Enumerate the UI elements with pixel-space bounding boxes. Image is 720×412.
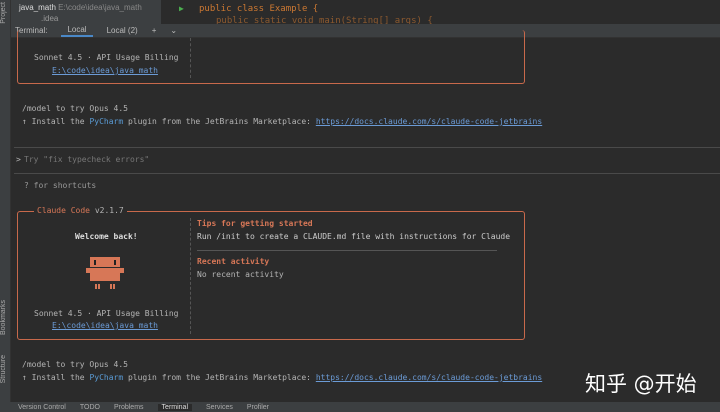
- model-info: Sonnet 4.5 · API Usage Billing: [34, 309, 179, 318]
- project-tree: java_math E:\code\idea\java_math .idea: [11, 0, 161, 24]
- run-icon[interactable]: ▶: [179, 4, 184, 14]
- left-tool-strip: Project Bookmarks Structure: [0, 0, 11, 402]
- app-title: Claude Code: [37, 206, 90, 215]
- project-name[interactable]: java_math: [19, 3, 56, 12]
- bottom-toolbar: Version Control TODO Problems Terminal S…: [0, 402, 720, 412]
- project-path-link[interactable]: E:\code\idea\java_math: [52, 66, 158, 76]
- project-path-link[interactable]: E:\code\idea\java_math: [52, 321, 158, 331]
- profiler-tab[interactable]: Profiler: [247, 404, 269, 411]
- model-hint: /model to try Opus 4.5: [22, 360, 128, 369]
- sidebar-bookmarks[interactable]: Bookmarks: [0, 300, 11, 335]
- tips-text: Run /init to create a CLAUDE.md file wit…: [197, 232, 511, 241]
- model-hint: /model to try Opus 4.5: [22, 104, 128, 113]
- recent-text: No recent activity: [197, 270, 284, 279]
- app-version: v2.1.7: [94, 206, 124, 215]
- model-info: Sonnet 4.5 · API Usage Billing: [34, 53, 179, 62]
- problems-tab[interactable]: Problems: [114, 404, 144, 411]
- terminal-tab[interactable]: Terminal: [157, 403, 192, 411]
- prompt-symbol: >: [16, 155, 21, 164]
- sidebar-structure[interactable]: Structure: [0, 355, 11, 383]
- docs-link[interactable]: https://docs.claude.com/s/claude-code-je…: [316, 117, 542, 126]
- welcome-text: Welcome back!: [75, 232, 138, 241]
- docs-link[interactable]: https://docs.claude.com/s/claude-code-je…: [316, 373, 542, 382]
- install-hint: ↑ Install the PyCharm plugin from the Je…: [22, 117, 543, 126]
- folder-idea[interactable]: .idea: [41, 14, 58, 24]
- code-line: public class Example {: [199, 4, 319, 14]
- claude-mascot-icon: [86, 257, 124, 289]
- version-control-tab[interactable]: Version Control: [18, 404, 66, 411]
- prompt-input[interactable]: Try "fix typecheck errors": [24, 155, 149, 165]
- recent-title: Recent activity: [197, 257, 270, 266]
- project-path: E:\code\idea\java_math: [58, 3, 142, 12]
- sidebar-project[interactable]: Project: [0, 2, 11, 24]
- install-hint: ↑ Install the PyCharm plugin from the Je…: [22, 373, 543, 382]
- todo-tab[interactable]: TODO: [80, 404, 100, 411]
- shortcuts-hint: ? for shortcuts: [24, 181, 97, 190]
- watermark: 知乎 @开始: [585, 372, 697, 396]
- services-tab[interactable]: Services: [206, 404, 233, 411]
- tips-title: Tips for getting started: [197, 219, 313, 228]
